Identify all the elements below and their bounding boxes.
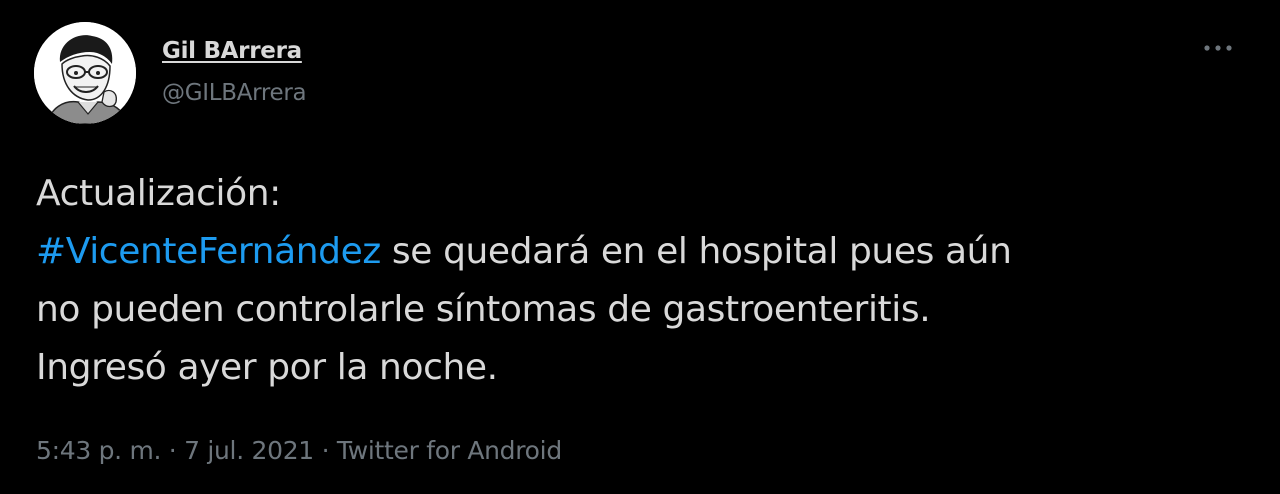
tweet-text: Actualización: #VicenteFernández se qued… [36, 165, 1246, 397]
avatar-caricature-icon [34, 22, 136, 124]
meta-separator: · [161, 436, 185, 465]
tweet-text-line: Ingresó ayer por la noche. [36, 347, 498, 388]
author-name[interactable]: Gil BArrera [162, 38, 302, 64]
tweet-date-link[interactable]: 7 jul. 2021 [184, 436, 314, 465]
hashtag-link[interactable]: #VicenteFernández [36, 231, 381, 272]
tweet-text-line: Actualización: [36, 173, 281, 214]
tweet-metadata: 5:43 p. m. · 7 jul. 2021 · Twitter for A… [36, 436, 562, 465]
tweet-text-segment: se quedará en el hospital pues aún [380, 231, 1012, 272]
author-handle[interactable]: @GILBArrera [162, 80, 307, 106]
tweet-text-line: no pueden controlarle síntomas de gastro… [36, 289, 931, 330]
tweet-source-link[interactable]: Twitter for Android [337, 436, 562, 465]
meta-separator: · [313, 436, 337, 465]
avatar[interactable] [34, 22, 136, 124]
more-options-button[interactable] [1196, 30, 1240, 66]
more-options-icon [1204, 45, 1232, 51]
tweet-time-link[interactable]: 5:43 p. m. [36, 436, 161, 465]
tweet-text-line: #VicenteFernández se quedará en el hospi… [36, 223, 1246, 281]
tweet-card: Gil BArrera @GILBArrera Actualización: #… [0, 0, 1280, 494]
